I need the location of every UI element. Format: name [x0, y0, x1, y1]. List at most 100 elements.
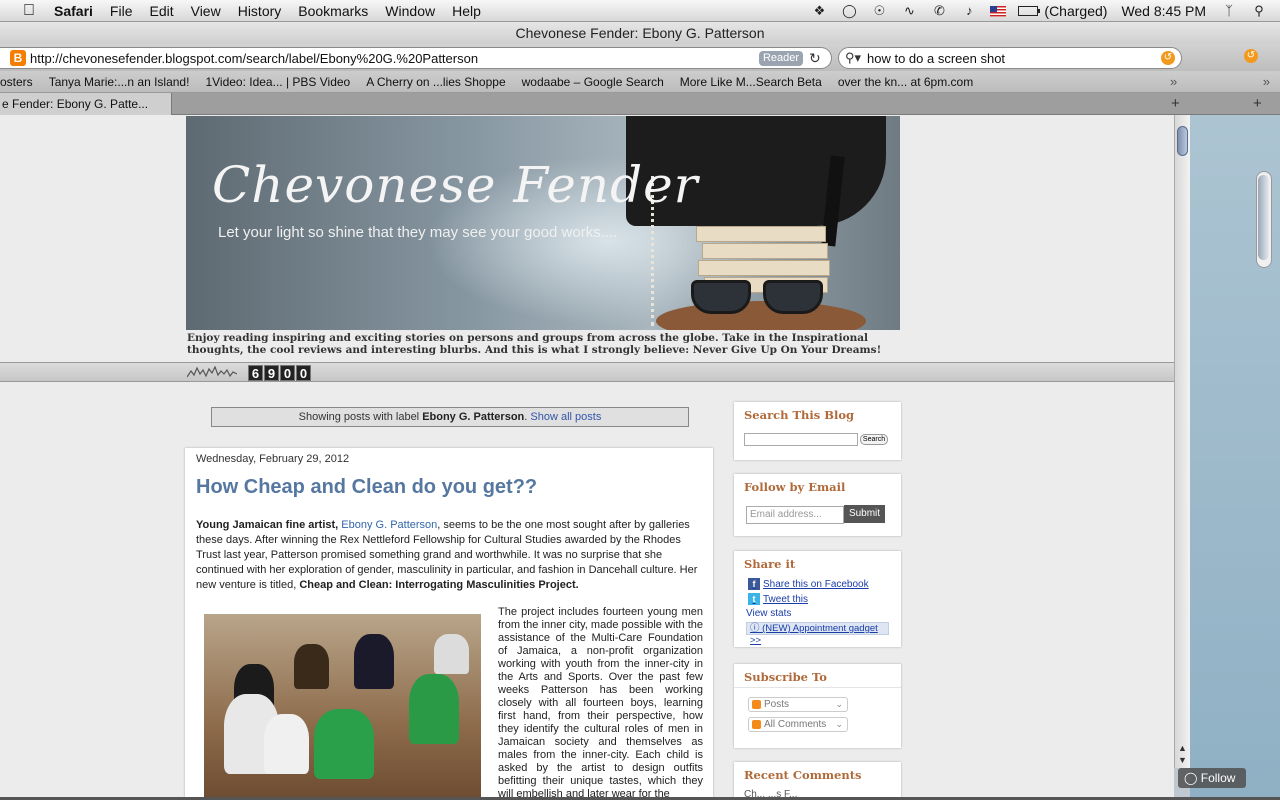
post-date: Wednesday, February 29, 2012 [196, 453, 350, 465]
wifi-icon[interactable]: ∿ [900, 4, 918, 18]
menu-file[interactable]: File [110, 3, 133, 19]
search-input[interactable]: how to do a screen shot [867, 51, 1161, 66]
sunglasses-graphic [691, 276, 831, 316]
menubar-status-area: ❖ ◯ ☉ ∿ ✆ ♪ (Charged) Wed 8:45 PM ᛉ ⚲ [810, 0, 1280, 22]
show-all-posts-link[interactable]: Show all posts [530, 411, 601, 423]
new-tab-icon[interactable]: + [1171, 95, 1180, 112]
input-language-flag-icon[interactable] [990, 5, 1007, 17]
twitter-icon: t [748, 593, 760, 605]
subscribe-comments-label: All Comments [764, 719, 827, 730]
follow-icon: ◯ [1184, 771, 1201, 785]
menubar-clock[interactable]: Wed 8:45 PM [1121, 3, 1206, 19]
counter-digit: 6 [248, 365, 263, 381]
view-stats-link[interactable]: View stats [746, 608, 791, 619]
widget-recent-comments: Recent Comments Ch... ...s F... [734, 762, 901, 800]
follow-button[interactable]: ◯ Follow [1178, 768, 1246, 788]
background-bookmarks-overflow-icon[interactable]: » [1263, 74, 1270, 89]
bluetooth-icon[interactable]: ᛉ [1220, 4, 1238, 18]
battery-status[interactable]: (Charged) [1044, 3, 1107, 19]
widget-title: Recent Comments [744, 768, 862, 782]
background-new-tab-icon[interactable]: + [1253, 95, 1262, 112]
reload-icon[interactable]: ↻ [809, 50, 823, 67]
rss-icon [752, 719, 761, 729]
widget-title: Subscribe To [744, 670, 827, 684]
page-scrollbar-thumb[interactable] [1177, 126, 1188, 156]
label-filter-bar: Showing posts with label Ebony G. Patter… [211, 407, 689, 427]
scroll-down-arrow-icon[interactable]: ▼ [1178, 755, 1187, 765]
apple-menu-icon[interactable]:  [18, 2, 40, 20]
address-bar[interactable]: B http://chevonesefender.blogspot.com/se… [0, 47, 832, 69]
widget-search-blog: Search This Blog Search [734, 402, 901, 460]
snapback-icon[interactable]: ↺ [1161, 51, 1175, 65]
dropbox-icon[interactable]: ❖ [810, 4, 828, 18]
spotlight-search-icon[interactable]: ⚲ [1250, 4, 1268, 18]
volume-icon[interactable]: ♪ [960, 4, 978, 18]
search-magnifier-icon[interactable]: ⚲▾ [845, 50, 863, 66]
reader-button[interactable]: Reader [759, 50, 803, 66]
battery-icon[interactable] [1018, 6, 1041, 16]
visitor-counter: 6 9 0 0 [248, 365, 312, 381]
search-field[interactable]: ⚲▾ how to do a screen shot ↺ [838, 47, 1182, 69]
blog-post: Wednesday, February 29, 2012 How Cheap a… [185, 448, 713, 800]
bookmark-item[interactable]: Tanya Marie:...n an Island! [49, 75, 190, 89]
tweet-label: Tweet this [763, 593, 809, 605]
bookmarks-overflow-icon[interactable]: » [1170, 74, 1177, 89]
page-scrollbar[interactable]: ▲ ▼ [1174, 115, 1190, 768]
subscribe-comments-dropdown[interactable]: All Comments ⌄ [748, 717, 848, 732]
artist-link[interactable]: Ebony G. Patterson [341, 519, 437, 531]
widget-follow-email: Follow by Email Email address... Submit [734, 474, 901, 536]
submit-button[interactable]: Submit [844, 505, 885, 523]
post-project-name: Cheap and Clean: Interrogating Masculini… [299, 579, 579, 591]
blog-header-image[interactable]: Chevonese Fender Let your light so shine… [186, 116, 900, 330]
browser-toolbar: B http://chevonesefender.blogspot.com/se… [0, 44, 1280, 71]
traffic-graph-icon [187, 365, 237, 378]
menu-bookmarks[interactable]: Bookmarks [298, 3, 368, 19]
post-title[interactable]: How Cheap and Clean do you get?? [196, 476, 537, 499]
menu-view[interactable]: View [191, 3, 221, 19]
background-window-scrollbar-thumb[interactable] [1258, 175, 1269, 260]
chat-bubble-icon[interactable]: ◯ [840, 4, 858, 18]
post-intro: Young Jamaican fine artist, Ebony G. Pat… [196, 518, 701, 593]
blog-search-button[interactable]: Search [860, 434, 888, 445]
widget-share: Share it f Share this on Facebook t Twee… [734, 551, 901, 647]
bookmark-item[interactable]: More Like M...Search Beta [680, 75, 822, 89]
email-field[interactable]: Email address... [746, 506, 844, 524]
menu-window[interactable]: Window [385, 3, 435, 19]
bookmark-item[interactable]: wodaabe – Google Search [522, 75, 664, 89]
menu-app-safari[interactable]: Safari [54, 3, 93, 19]
appointment-gadget-link[interactable]: ⓘ (NEW) Appointment gadget >> [746, 622, 889, 646]
widget-divider [734, 687, 901, 688]
blog-title: Chevonese Fender [212, 156, 699, 214]
subscribe-posts-dropdown[interactable]: Posts ⌄ [748, 697, 848, 712]
window-title: Chevonese Fender: Ebony G. Patterson [0, 22, 1280, 44]
blog-search-input[interactable] [744, 433, 858, 446]
scroll-up-arrow-icon[interactable]: ▲ [1178, 743, 1187, 753]
menu-history[interactable]: History [238, 3, 282, 19]
blog-description: Enjoy reading inspiring and exciting sto… [187, 332, 882, 356]
facebook-icon: f [748, 578, 760, 590]
bookmark-item[interactable]: osters [0, 75, 33, 89]
background-window-snapback-icon[interactable]: ↺ [1244, 49, 1258, 63]
counter-digit: 9 [264, 365, 279, 381]
menu-edit[interactable]: Edit [149, 3, 173, 19]
bookmark-item[interactable]: over the kn... at 6pm.com [838, 75, 973, 89]
blog-tagline: Let your light so shine that they may se… [218, 224, 618, 241]
bookmark-item[interactable]: 1Video: Idea... | PBS Video [205, 75, 350, 89]
tweet-link[interactable]: t Tweet this [748, 593, 808, 605]
counter-digit: 0 [296, 365, 311, 381]
follow-label: Follow [1200, 771, 1236, 785]
tab-bar: e Fender: Ebony G. Patte... + + [0, 93, 1280, 115]
share-facebook-label: Share this on Facebook [763, 578, 869, 590]
share-facebook-link[interactable]: f Share this on Facebook [748, 578, 869, 590]
tab-current[interactable]: e Fender: Ebony G. Patte... [0, 93, 172, 115]
chevron-down-icon: ⌄ [835, 719, 843, 729]
bookmark-item[interactable]: A Cherry on ...lies Shoppe [366, 75, 505, 89]
time-machine-icon[interactable]: ☉ [870, 4, 888, 18]
post-body-column: The project includes fourteen young men … [498, 606, 703, 800]
rss-icon [752, 699, 761, 709]
widget-title: Follow by Email [744, 480, 846, 494]
phone-icon[interactable]: ✆ [930, 4, 948, 18]
url-input[interactable]: http://chevonesefender.blogspot.com/sear… [30, 51, 759, 66]
menu-help[interactable]: Help [452, 3, 481, 19]
post-photo[interactable] [204, 614, 481, 800]
